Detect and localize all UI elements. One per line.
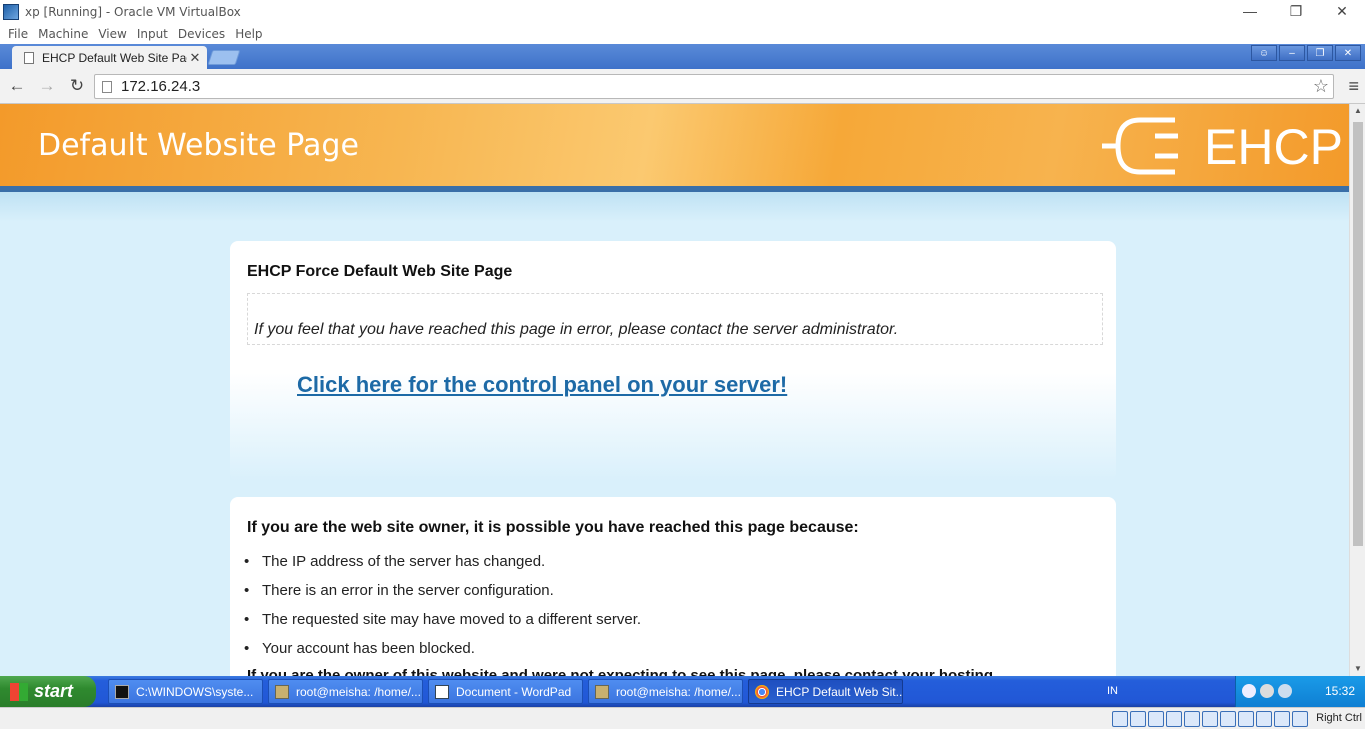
start-button[interactable]: start <box>0 676 96 707</box>
owner-footer-note: If you are the owner of this website and… <box>247 667 993 676</box>
menu-machine[interactable]: Machine <box>38 27 88 41</box>
optical-drive-icon[interactable] <box>1130 711 1146 727</box>
display-icon[interactable] <box>1220 711 1236 727</box>
windows-flag-icon <box>10 682 28 701</box>
page-scrollbar[interactable]: ▲ ▼ <box>1349 104 1365 676</box>
menu-help[interactable]: Help <box>235 27 262 41</box>
mouse-integration-icon[interactable] <box>1292 711 1308 727</box>
usb-icon[interactable] <box>1184 711 1200 727</box>
tab-title: EHCP Default Web Site Page <box>42 50 187 65</box>
list-item: There is an error in the server configur… <box>244 582 641 611</box>
browser-menu-icon[interactable]: ≡ <box>1348 76 1359 97</box>
cmd-icon <box>115 684 129 699</box>
error-notice-box: If you feel that you have reached this p… <box>247 293 1103 345</box>
browser-minimize-button[interactable]: – <box>1279 45 1305 61</box>
tab-close-icon[interactable]: ✕ <box>187 50 203 66</box>
device-status-icons <box>1112 711 1308 727</box>
page-icon <box>102 80 112 93</box>
ehcp-logo: EHCP <box>1102 117 1343 175</box>
system-tray: IN 15:32 <box>1107 676 1365 707</box>
cpu-icon[interactable] <box>1256 711 1272 727</box>
page-banner: Default Website Page EHCP <box>0 104 1349 186</box>
tray-expand-icon[interactable] <box>1242 684 1256 698</box>
putty-icon <box>275 684 289 699</box>
reload-button[interactable]: ↻ <box>64 73 90 99</box>
taskbar-item-putty-2[interactable]: root@meisha: /home/... <box>588 679 743 704</box>
task-label: Document - WordPad <box>456 684 572 699</box>
owner-heading: If you are the web site owner, it is pos… <box>247 519 859 536</box>
vbox-status-bar: Right Ctrl <box>0 707 1365 729</box>
menu-input[interactable]: Input <box>137 27 168 41</box>
scroll-down-arrow[interactable]: ▼ <box>1350 662 1365 676</box>
video-capture-icon[interactable] <box>1238 711 1254 727</box>
guest-screen: EHCP Default Web Site Page ✕ ☺ – ❐ ✕ ← →… <box>0 44 1365 707</box>
task-label: EHCP Default Web Sit... <box>776 684 903 699</box>
menu-view[interactable]: View <box>98 27 126 41</box>
page-viewport: Default Website Page EHCP EHCP Force Def… <box>0 104 1349 676</box>
guest-additions-icon[interactable] <box>1274 711 1290 727</box>
taskbar-item-cmd[interactable]: C:\WINDOWS\syste... <box>108 679 263 704</box>
taskbar: start C:\WINDOWS\syste... root@meisha: /… <box>0 676 1365 707</box>
bookmark-star-icon[interactable]: ☆ <box>1313 76 1329 97</box>
back-button[interactable]: ← <box>4 73 30 99</box>
task-label: root@meisha: /home/... <box>616 684 741 699</box>
network-icon[interactable] <box>1260 684 1274 698</box>
profile-button[interactable]: ☺ <box>1251 45 1277 61</box>
taskbar-item-putty-1[interactable]: root@meisha: /home/... <box>268 679 423 704</box>
error-notice-text: If you feel that you have reached this p… <box>254 321 899 338</box>
browser-restore-button[interactable]: ❐ <box>1307 45 1333 61</box>
url-text[interactable]: 172.16.24.3 <box>121 78 200 95</box>
address-bar[interactable]: 172.16.24.3 ☆ <box>94 74 1334 99</box>
reasons-list: The IP address of the server has changed… <box>244 553 641 669</box>
scroll-thumb[interactable] <box>1353 122 1363 546</box>
task-label: C:\WINDOWS\syste... <box>136 684 254 699</box>
list-item: Your account has been blocked. <box>244 640 641 669</box>
logo-text: EHCP <box>1204 119 1343 175</box>
new-tab-button[interactable] <box>207 50 241 65</box>
network-icon[interactable] <box>1166 711 1182 727</box>
browser-close-button[interactable]: ✕ <box>1335 45 1361 61</box>
list-item: The requested site may have moved to a d… <box>244 611 641 640</box>
forward-button[interactable]: → <box>34 73 60 99</box>
hard-disk-icon[interactable] <box>1112 711 1128 727</box>
menu-devices[interactable]: Devices <box>178 27 225 41</box>
page-icon <box>24 51 34 64</box>
scroll-up-arrow[interactable]: ▲ <box>1350 104 1365 118</box>
card-heading: EHCP Force Default Web Site Page <box>247 263 513 280</box>
window-controls: — ❐ ✕ <box>1227 0 1365 22</box>
window-title: xp [Running] - Oracle VM VirtualBox <box>25 5 241 19</box>
host-key-label: Right Ctrl <box>1316 712 1362 724</box>
audio-icon[interactable] <box>1148 711 1164 727</box>
clock: 15:32 <box>1324 684 1355 698</box>
task-label: root@meisha: /home/... <box>296 684 421 699</box>
close-button[interactable]: ✕ <box>1319 0 1365 22</box>
control-panel-link[interactable]: Click here for the control panel on your… <box>297 372 787 398</box>
shared-folders-icon[interactable] <box>1202 711 1218 727</box>
menu-file[interactable]: File <box>8 27 28 41</box>
language-indicator[interactable]: IN <box>1107 685 1118 697</box>
tab-strip: EHCP Default Web Site Page ✕ ☺ – ❐ ✕ <box>0 44 1365 69</box>
page-background-gradient <box>0 192 1349 222</box>
vbox-menubar: File Machine View Input Devices Help <box>0 24 1365 44</box>
taskbar-item-chrome[interactable]: EHCP Default Web Sit... <box>748 679 903 704</box>
default-page-card: EHCP Force Default Web Site Page If you … <box>230 241 1116 481</box>
virtualbox-icon <box>3 4 19 20</box>
owner-info-card: If you are the web site owner, it is pos… <box>230 497 1116 676</box>
browser-toolbar: ← → ↻ 172.16.24.3 ☆ ≡ <box>0 69 1365 104</box>
list-item: The IP address of the server has changed… <box>244 553 641 582</box>
restore-button[interactable]: ❐ <box>1273 0 1319 22</box>
browser-window-controls: ☺ – ❐ ✕ <box>1251 45 1361 61</box>
network-icon[interactable] <box>1278 684 1292 698</box>
wordpad-icon <box>435 684 449 699</box>
taskbar-item-wordpad[interactable]: Document - WordPad <box>428 679 583 704</box>
tab-ehcp-default[interactable]: EHCP Default Web Site Page ✕ <box>12 46 207 69</box>
banner-title: Default Website Page <box>38 128 359 163</box>
putty-icon <box>595 684 609 699</box>
minimize-button[interactable]: — <box>1227 0 1273 22</box>
chrome-icon <box>755 684 769 699</box>
start-label: start <box>34 681 74 701</box>
vbox-titlebar: xp [Running] - Oracle VM VirtualBox — ❐ … <box>0 0 1365 24</box>
